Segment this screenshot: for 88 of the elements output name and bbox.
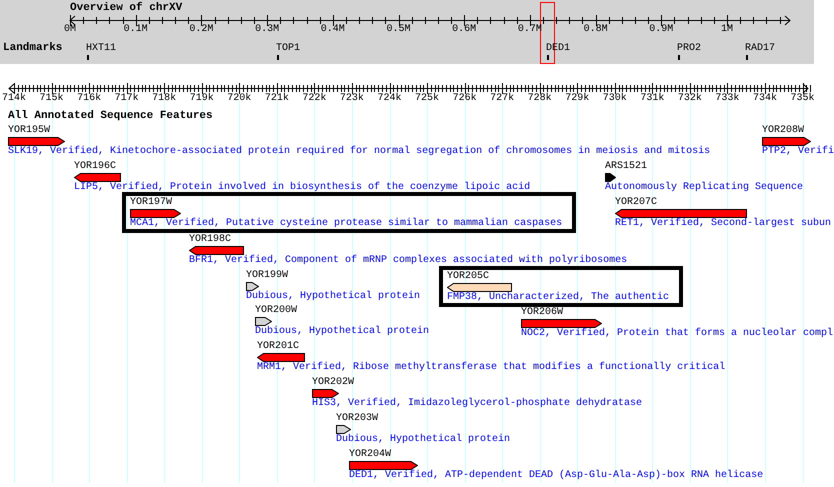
feature-description-link[interactable]: Autonomously Replicating Sequence	[605, 182, 804, 193]
landmark-tick	[87, 55, 89, 60]
landmarks-label: Landmarks	[3, 42, 62, 55]
feature-name: YOR198C	[189, 234, 232, 245]
ruler-tick-label: 722k	[302, 93, 326, 105]
landmark-tick	[678, 55, 680, 60]
feature-description-link[interactable]: Dubious, Hypothetical protein	[336, 434, 510, 445]
feature-name: YOR199W	[246, 270, 288, 281]
feature-description-link[interactable]: Dubious, Hypothetical protein	[246, 291, 420, 302]
feature-description-link[interactable]: RET1, Verified, Second-largest subun	[615, 218, 832, 229]
feature-description-link[interactable]: LIP5, Verified, Protein involved in biosynthesis of the coenzyme lipoic acid	[74, 182, 530, 193]
feature-arrow[interactable]	[8, 137, 65, 146]
axis-tick-label: 0.9M	[649, 24, 674, 36]
ruler-tick-label: 720k	[227, 93, 252, 105]
ruler-tick-label: 724k	[378, 93, 402, 105]
landmark-tick	[547, 55, 549, 60]
feature-arrow[interactable]	[521, 319, 602, 328]
feature-description-link[interactable]: NOC2, Verified, Protein that forms a nucleolar compl	[521, 328, 834, 339]
feature-arrow[interactable]	[762, 137, 811, 146]
overview-title: Overview of chrXV	[70, 2, 182, 15]
feature-arrow[interactable]	[130, 209, 181, 218]
feature-name: YOR204W	[349, 449, 392, 460]
feature-name: YOR195W	[8, 125, 50, 136]
section-title: All Annotated Sequence Features	[8, 110, 213, 123]
feature-description-link[interactable]: MCA1, Verified, Putative cysteine protease similar to mammalian caspases	[130, 218, 562, 229]
axis-tick-label: 0.1M	[124, 24, 148, 36]
axis-tick-label: 0.5M	[386, 24, 410, 36]
ruler-tick-label: 727k	[490, 93, 514, 105]
landmark-tick	[277, 55, 279, 60]
feature-arrow[interactable]	[447, 283, 512, 292]
feature-description-link[interactable]: BFR1, Verified, Component of mRNP complexes associated with polyribosomes	[189, 255, 628, 266]
feature-name: YOR202W	[312, 377, 354, 388]
ruler-tick-label: 718k	[152, 93, 176, 105]
ruler-tick-label: 730k	[602, 93, 627, 105]
feature-arrow[interactable]	[257, 353, 305, 362]
axis-tick-label: 0.6M	[452, 24, 476, 36]
landmark-label[interactable]: RAD17	[745, 43, 776, 55]
axis-tick-label: 0.3M	[255, 24, 280, 36]
ruler-tick-label: 723k	[340, 93, 364, 105]
feature-arrow[interactable]	[336, 425, 351, 434]
ruler-tick-label: 721k	[264, 93, 289, 105]
landmark-label[interactable]: PRO2	[677, 43, 702, 55]
feature-arrow[interactable]	[312, 389, 339, 398]
feature-arrow[interactable]	[605, 173, 616, 182]
axis-tick-label: 0.2M	[189, 24, 214, 36]
ruler-tick-label: 728k	[528, 93, 552, 105]
ruler-tick-label: 716k	[77, 93, 102, 105]
axis-tick-label: 0M	[64, 24, 76, 36]
feature-description-link[interactable]: SLK19, Verified, Kinetochore-associated protein required for normal segregation of chromosomes in meiosis and mitosis	[8, 146, 710, 157]
ruler-tick-label: 729k	[565, 93, 590, 105]
feature-description-link[interactable]: MRM1, Verified, Ribose methyltransferase that modifies a functionally critical	[257, 362, 726, 373]
ruler-tick-label: 734k	[753, 93, 777, 105]
axis-tick-label: 0.8M	[584, 24, 608, 36]
feature-name: YOR206W	[521, 307, 564, 318]
landmark-tick	[746, 55, 748, 60]
ruler-tick-label: 732k	[678, 93, 702, 105]
feature-name: YOR201C	[257, 341, 300, 352]
feature-description-link[interactable]: HIS3, Verified, Imidazoleglycerol-phosphate dehydratase	[312, 398, 642, 409]
feature-arrow[interactable]	[349, 461, 418, 470]
feature-arrow[interactable]	[189, 246, 244, 255]
feature-arrow[interactable]	[255, 317, 272, 326]
axis-tick-label: 1M	[721, 24, 733, 36]
landmark-label[interactable]: TOP1	[276, 43, 300, 55]
feature-name: YOR208W	[762, 125, 804, 136]
ruler-tick-label: 714k	[2, 93, 26, 105]
axis-tick-label: 0.4M	[320, 24, 345, 36]
ruler-tick-label: 717k	[114, 93, 139, 105]
ruler-tick-label: 719k	[190, 93, 214, 105]
feature-name: YOR205C	[447, 271, 490, 282]
feature-description-link[interactable]: PTP2, Verifi	[762, 146, 834, 157]
feature-name: YOR203W	[336, 413, 378, 424]
feature-name: YOR200W	[255, 305, 298, 316]
landmark-label[interactable]: HXT11	[86, 43, 116, 55]
feature-description-link[interactable]: FMP38, Uncharacterized, The authentic	[447, 292, 670, 303]
feature-name: YOR207C	[615, 197, 658, 208]
ruler-tick-label: 731k	[640, 93, 664, 105]
feature-description-link[interactable]: DED1, Verified, ATP-dependent DEAD (Asp-Glu-Ala-Asp)-box RNA helicase	[349, 470, 764, 481]
feature-name: YOR197W	[130, 197, 172, 208]
feature-description-link[interactable]: Dubious, Hypothetical protein	[255, 326, 430, 337]
feature-arrow[interactable]	[74, 173, 121, 182]
feature-arrow[interactable]	[246, 282, 259, 291]
ruler-tick-label: 725k	[415, 93, 440, 105]
ruler-tick-label: 735k	[790, 93, 815, 105]
ruler-tick-label: 715k	[40, 93, 64, 105]
ruler-tick-label: 726k	[452, 93, 477, 105]
ruler-tick-label: 733k	[715, 93, 740, 105]
feature-name: YOR196C	[74, 161, 116, 172]
feature-name: ARS1521	[605, 161, 648, 172]
